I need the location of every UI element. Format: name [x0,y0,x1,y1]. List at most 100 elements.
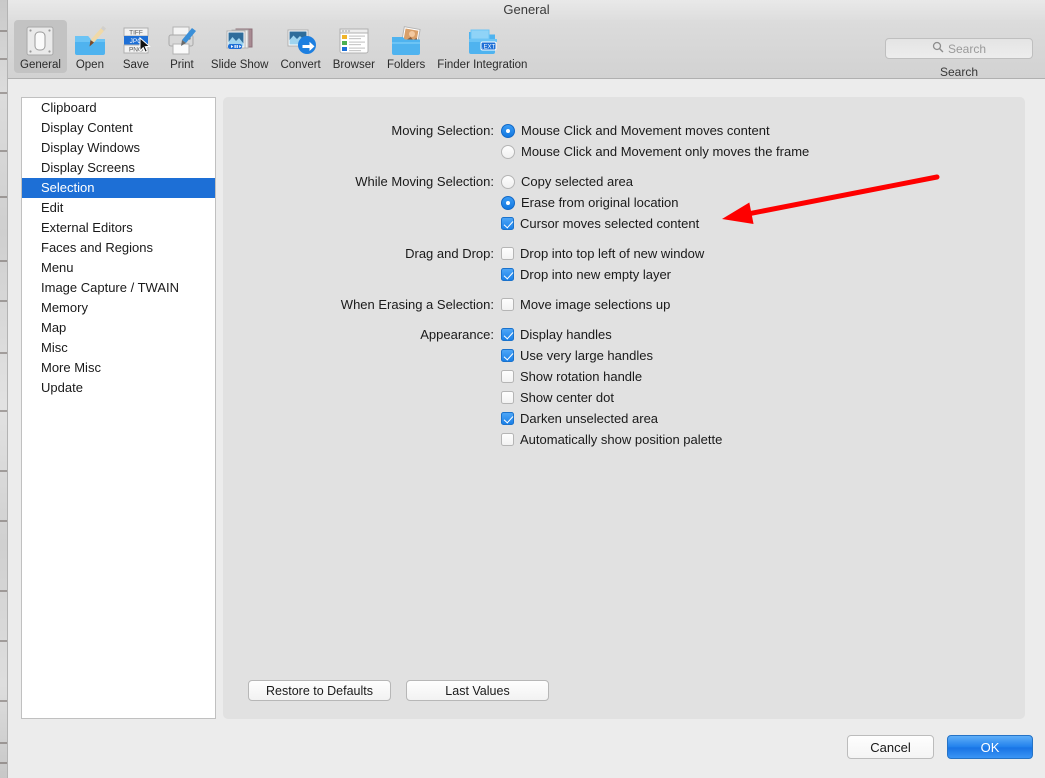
checkbox-unchecked[interactable] [501,247,514,260]
settings-control[interactable]: Erase from original location [501,192,679,213]
checkbox-checked[interactable] [501,349,514,362]
dialog-footer: Cancel OK [847,735,1033,759]
ok-button[interactable]: OK [947,735,1033,759]
sidebar-item-map[interactable]: Map [22,318,215,338]
sidebar-item-edit[interactable]: Edit [22,198,215,218]
cancel-button[interactable]: Cancel [847,735,934,759]
sidebar-item-clipboard[interactable]: Clipboard [22,98,215,118]
sidebar-item-selection[interactable]: Selection [22,178,215,198]
search-area: Search Search [885,38,1033,79]
svg-text:TIFF: TIFF [129,30,143,37]
control-label: Erase from original location [521,195,679,210]
checkbox-unchecked[interactable] [501,370,514,383]
toolbar-item-label: Open [75,59,104,71]
settings-control[interactable]: Darken unselected area [501,408,658,429]
row-spacer [223,285,1025,294]
toolbar-item-label: Folders [386,59,426,71]
search-field[interactable]: Search [885,38,1033,59]
checkbox-unchecked[interactable] [501,433,514,446]
printer-icon [165,24,199,58]
svg-text:.EXT: .EXT [482,44,496,50]
convert-arrow-icon [284,24,318,58]
settings-row: Erase from original location [223,192,1025,213]
settings-row: While Moving Selection: Copy selected are… [223,171,1025,192]
control-label: Display handles [520,327,612,342]
open-folder-brush-icon [73,24,107,58]
sidebar-item-external-editors[interactable]: External Editors [22,218,215,238]
checkbox-checked[interactable] [501,268,514,281]
settings-group-label: Drag and Drop: [405,246,494,261]
toolbar-item-browser[interactable]: Browser [327,20,381,73]
settings-row: Appearance: Display handles [223,324,1025,345]
settings-control[interactable]: Automatically show position palette [501,429,722,450]
settings-row: When Erasing a Selection: Move image sele… [223,294,1025,315]
checkbox-checked[interactable] [501,412,514,425]
checkbox-unchecked[interactable] [501,298,514,311]
settings-group-label: Appearance: [420,327,494,342]
sidebar-item-display-screens[interactable]: Display Screens [22,158,215,178]
toolbar-item-print[interactable]: Print [159,20,205,73]
toolbar-item-label: General [20,59,61,71]
settings-control[interactable]: Mouse Click and Movement only moves the … [501,141,809,162]
control-label: Mouse Click and Movement moves content [521,123,770,138]
sidebar-item-memory[interactable]: Memory [22,298,215,318]
general-switch-icon [23,24,57,58]
control-label: Mouse Click and Movement only moves the … [521,144,810,159]
toolbar-item-convert[interactable]: Convert [274,20,326,73]
radio-button-unchecked[interactable] [501,174,515,189]
search-icon [932,41,944,56]
radio-button-checked[interactable] [501,123,515,138]
toolbar-item-folders[interactable]: Folders [381,20,431,73]
row-spacer [223,315,1025,324]
settings-panel: Moving Selection: Mouse Click and Movemen… [223,97,1025,719]
settings-control[interactable]: Move image selections up [501,294,670,315]
checkbox-checked[interactable] [501,328,514,341]
toolbar-item-label: Convert [280,59,321,71]
settings-control[interactable]: Show center dot [501,387,614,408]
settings-row: Show center dot [223,387,1025,408]
settings-control[interactable]: Drop into top left of new window [501,243,704,264]
settings-control[interactable]: Drop into new empty layer [501,264,671,285]
control-label: Automatically show position palette [520,432,723,447]
control-label: Drop into top left of new window [520,246,705,261]
settings-control[interactable]: Use very large handles [501,345,653,366]
toolbar-item-open[interactable]: Open [67,20,113,73]
sidebar-item-display-windows[interactable]: Display Windows [22,138,215,158]
checkbox-checked[interactable] [501,217,514,230]
finder-integration-ext-icon: .EXT [465,24,499,58]
checkbox-unchecked[interactable] [501,391,514,404]
last-values-button[interactable]: Last Values [406,680,549,701]
toolbar-item-finder-integration[interactable]: .EXT Finder Integration [431,20,533,73]
folders-photo-icon [389,24,423,58]
toolbar-item-label: Print [170,59,194,71]
settings-control[interactable]: Copy selected area [501,171,633,192]
save-formats-icon: TIFF JPG PNG [119,24,153,58]
sidebar-item-misc[interactable]: Misc [22,338,215,358]
settings-row: Drop into new empty layer [223,264,1025,285]
settings-rows: Moving Selection: Mouse Click and Movemen… [223,120,1025,450]
sidebar-item-faces-and-regions[interactable]: Faces and Regions [22,238,215,258]
dialog-body: Clipboard Display Content Display Windows D… [8,80,1045,778]
search-placeholder: Search [947,41,987,56]
toolbar-item-label: Finder Integration [437,59,528,71]
radio-button-unchecked[interactable] [501,144,515,159]
sidebar-item-display-content[interactable]: Display Content [22,118,215,138]
restore-to-defaults-button[interactable]: Restore to Defaults [248,680,391,701]
settings-control[interactable]: Show rotation handle [501,366,642,387]
window-title: General [503,2,550,17]
control-label: Show rotation handle [520,369,643,384]
sidebar-item-menu[interactable]: Menu [22,258,215,278]
toolbar-item-save[interactable]: TIFF JPG PNG Save [113,20,159,73]
sidebar-item-image-capture-twain[interactable]: Image Capture / TWAIN [22,278,215,298]
toolbar-item-general[interactable]: General [14,20,67,73]
settings-control[interactable]: Cursor moves selected content [501,213,699,234]
toolbar-item-slide-show[interactable]: Slide Show [205,20,275,73]
control-label: Use very large handles [520,348,653,363]
settings-group-label: Moving Selection: [391,123,494,138]
settings-control[interactable]: Display handles [501,324,612,345]
sidebar-item-more-misc[interactable]: More Misc [22,358,215,378]
radio-button-checked[interactable] [501,195,515,210]
settings-control[interactable]: Mouse Click and Movement moves content [501,120,770,141]
control-label: Darken unselected area [520,411,659,426]
sidebar-item-update[interactable]: Update [22,378,215,398]
